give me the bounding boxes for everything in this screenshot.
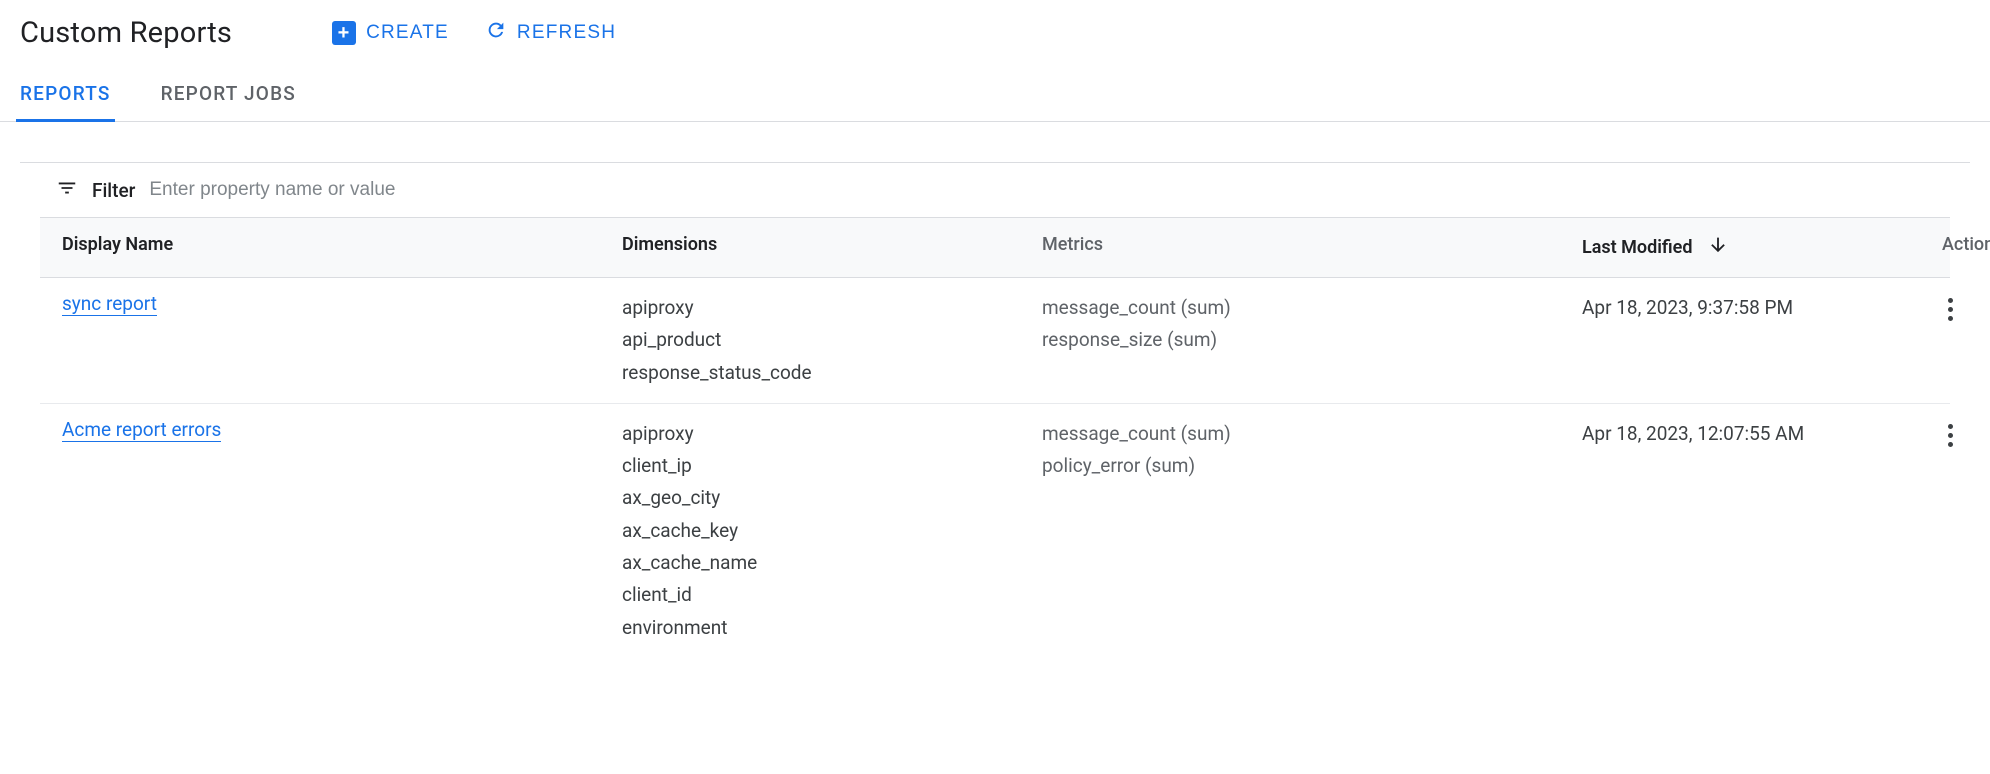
dimensions-cell: apiproxy client_ip ax_geo_city ax_cache_… bbox=[600, 418, 1020, 644]
kebab-dot bbox=[1948, 307, 1953, 312]
col-header-dimensions[interactable]: Dimensions bbox=[600, 234, 1020, 261]
reports-table: Display Name Dimensions Metrics Last Mod… bbox=[40, 217, 1950, 658]
refresh-icon bbox=[485, 19, 507, 47]
kebab-dot bbox=[1948, 424, 1953, 429]
create-button[interactable]: + CREATE bbox=[332, 21, 449, 45]
page-header: Custom Reports + CREATE REFRESH bbox=[0, 0, 1990, 68]
report-name-link[interactable]: sync report bbox=[62, 292, 157, 316]
create-button-label: CREATE bbox=[366, 22, 449, 44]
filter-section: Filter Display Name Dimensions Metrics L… bbox=[20, 162, 1970, 658]
row-actions-menu[interactable] bbox=[1942, 418, 1959, 453]
table-row: sync report apiproxy api_product respons… bbox=[40, 278, 1950, 404]
filter-icon bbox=[56, 177, 78, 203]
col-header-last-modified[interactable]: Last Modified bbox=[1560, 234, 1920, 261]
filter-label: Filter bbox=[92, 179, 135, 202]
kebab-dot bbox=[1948, 433, 1953, 438]
col-header-metrics[interactable]: Metrics bbox=[1020, 234, 1560, 261]
refresh-button-label: REFRESH bbox=[517, 22, 616, 44]
col-header-last-modified-label: Last Modified bbox=[1582, 237, 1693, 258]
page-title: Custom Reports bbox=[20, 16, 232, 50]
filter-input[interactable] bbox=[149, 179, 549, 201]
table-header-row: Display Name Dimensions Metrics Last Mod… bbox=[40, 217, 1950, 278]
plus-icon: + bbox=[332, 21, 356, 45]
tab-report-jobs[interactable]: REPORT JOBS bbox=[161, 68, 296, 121]
kebab-dot bbox=[1948, 298, 1953, 303]
metrics-cell: message_count (sum) policy_error (sum) bbox=[1020, 418, 1560, 483]
header-actions: + CREATE REFRESH bbox=[332, 19, 616, 47]
metrics-cell: message_count (sum) response_size (sum) bbox=[1020, 292, 1560, 357]
filter-bar: Filter bbox=[20, 163, 1970, 217]
kebab-dot bbox=[1948, 442, 1953, 447]
last-modified-cell: Apr 18, 2023, 12:07:55 AM bbox=[1560, 418, 1920, 450]
tabs: REPORTS REPORT JOBS bbox=[0, 68, 1990, 122]
col-header-actions: Actions bbox=[1920, 234, 1990, 261]
arrow-down-icon bbox=[1707, 234, 1729, 261]
table-row: Acme report errors apiproxy client_ip ax… bbox=[40, 404, 1950, 658]
refresh-button[interactable]: REFRESH bbox=[485, 19, 616, 47]
col-header-display-name[interactable]: Display Name bbox=[40, 234, 600, 261]
report-name-link[interactable]: Acme report errors bbox=[62, 418, 221, 442]
kebab-dot bbox=[1948, 316, 1953, 321]
last-modified-cell: Apr 18, 2023, 9:37:58 PM bbox=[1560, 292, 1920, 324]
tab-reports[interactable]: REPORTS bbox=[20, 68, 111, 121]
row-actions-menu[interactable] bbox=[1942, 292, 1959, 327]
dimensions-cell: apiproxy api_product response_status_cod… bbox=[600, 292, 1020, 389]
